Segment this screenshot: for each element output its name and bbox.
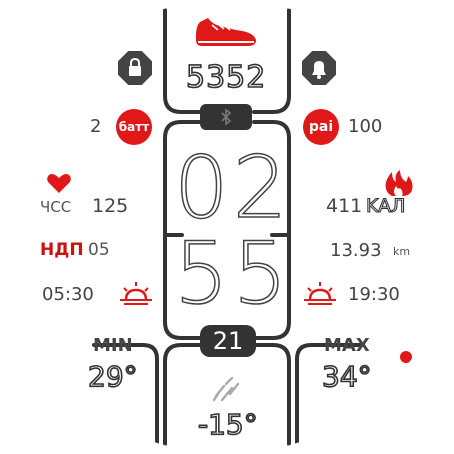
- calories-unit: KAЛ: [365, 194, 406, 217]
- flame-icon: [385, 170, 413, 196]
- bluetooth-icon: [221, 108, 232, 126]
- battery-badge: батт: [116, 109, 152, 145]
- weather-max-label: MAX: [324, 335, 370, 356]
- weekday-value: 05: [88, 240, 110, 260]
- distance-unit: km: [393, 245, 411, 258]
- bell-icon: [312, 61, 326, 79]
- bluetooth-status: [200, 104, 252, 130]
- date-box: 21: [200, 325, 256, 357]
- pai-badge-label: pai: [308, 119, 334, 135]
- pai-badge: pai: [303, 109, 339, 145]
- weather-current-value: -15°: [197, 407, 258, 442]
- time-hours: 02: [173, 137, 292, 239]
- status-dot: [400, 351, 412, 363]
- pai-value: 100: [348, 116, 383, 137]
- weather-min-value: 29°: [87, 359, 138, 394]
- heart-icon: [47, 174, 71, 193]
- weather-min-label: MIN: [93, 335, 133, 356]
- steps-value: 5352: [185, 59, 267, 96]
- sunrise-time: 05:30: [42, 284, 94, 305]
- battery-badge-label: батт: [118, 120, 150, 134]
- sneaker-icon: [196, 18, 256, 46]
- battery-value: 2: [90, 116, 102, 137]
- date-day: 21: [212, 327, 244, 355]
- weekday-label: НДП: [40, 240, 84, 260]
- watch-face: 5352 2 батт pai 100 ЧСС 125 411 KAЛ НДП …: [0, 0, 454, 454]
- sunset-time: 19:30: [348, 284, 400, 305]
- weather-max-value: 34°: [321, 359, 372, 394]
- calories-value: 411: [326, 195, 363, 217]
- time-minutes: 55: [173, 223, 292, 325]
- watch-face-screen: 5352 2 батт pai 100 ЧСС 125 411 KAЛ НДП …: [0, 0, 454, 454]
- sunset-icon: [304, 282, 336, 305]
- heart-rate-label: ЧСС: [40, 198, 72, 216]
- sunrise-icon: [120, 282, 152, 305]
- distance-value: 13.93: [330, 240, 382, 261]
- heart-rate-value: 125: [92, 195, 129, 217]
- rain-icon: [212, 376, 240, 402]
- alarm-button[interactable]: [302, 51, 336, 85]
